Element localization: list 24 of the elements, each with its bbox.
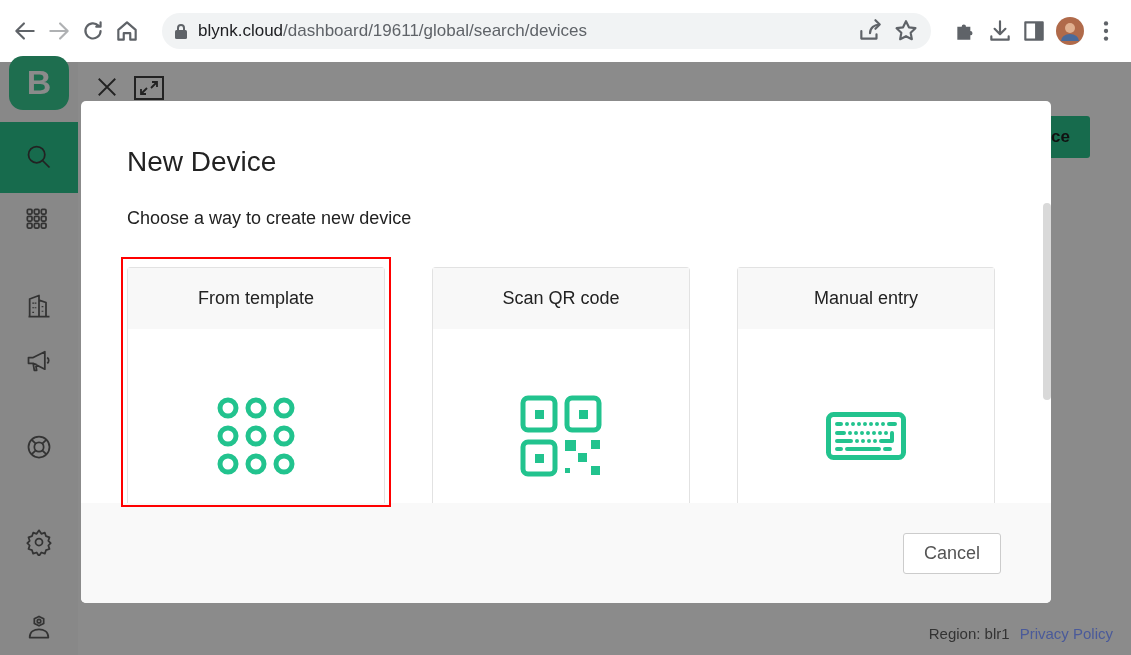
- option-card[interactable]: Scan QR code: [432, 266, 690, 503]
- card-title: From template: [128, 267, 384, 329]
- settings-icon: [25, 528, 53, 556]
- download-icon[interactable]: [987, 18, 1013, 44]
- side-panel-icon[interactable]: [1021, 18, 1047, 44]
- dialog-subtitle: Choose a way to create new device: [127, 206, 413, 230]
- dialog-title: New Device: [127, 145, 278, 179]
- region-label: Region: blr1: [928, 623, 1010, 644]
- avatar-icon[interactable]: [1055, 16, 1085, 46]
- collapse-icon[interactable]: [134, 76, 164, 100]
- card-title: Manual entry: [738, 267, 994, 329]
- cancel-button[interactable]: Cancel: [902, 533, 1001, 574]
- option-card[interactable]: From template: [127, 266, 385, 503]
- url-text: blynk.cloud/dashboard/19611/global/search/devices: [198, 20, 589, 43]
- scrollbar[interactable]: [1043, 203, 1051, 400]
- keyboard-icon: [826, 412, 906, 461]
- option-card[interactable]: Manual entry: [737, 266, 995, 503]
- address-bar[interactable]: blynk.cloud/dashboard/19611/global/search/devices: [162, 13, 931, 49]
- close-icon[interactable]: [96, 76, 118, 98]
- lock-icon: [174, 23, 188, 39]
- card-title: Scan QR code: [433, 267, 689, 329]
- template-grid-icon: [216, 396, 296, 477]
- qr-code-icon: [520, 395, 602, 478]
- home-icon[interactable]: [114, 18, 140, 44]
